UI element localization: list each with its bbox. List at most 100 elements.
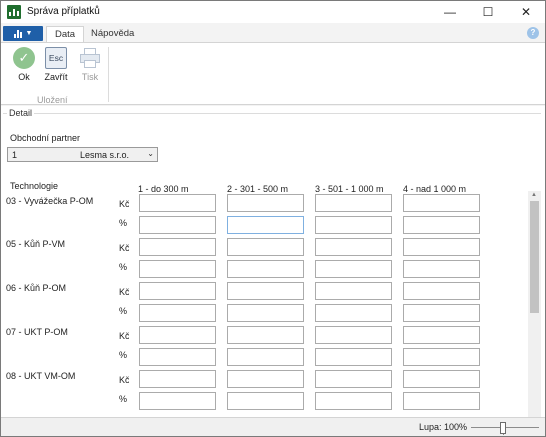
column-header: 1 - do 300 m <box>138 184 189 194</box>
percent-label: % <box>119 262 128 272</box>
maximize-icon[interactable]: ☐ <box>469 1 507 23</box>
amount-input[interactable] <box>315 282 392 300</box>
printer-icon <box>79 47 101 69</box>
chevron-down-icon: ▼ <box>25 30 33 37</box>
amount-input[interactable] <box>227 326 304 344</box>
zoom-label: Lupa: 100% <box>419 422 468 432</box>
partner-code: 1 <box>12 150 18 160</box>
partner-label: Obchodní partner <box>10 133 81 143</box>
percent-input[interactable] <box>227 260 304 278</box>
ribbon-panel: ✓ Ok Esc Zavřít Tisk Uložení <box>1 42 545 105</box>
amount-input[interactable] <box>139 282 216 300</box>
tab-data[interactable]: Data <box>46 26 85 43</box>
zoom-slider-thumb[interactable] <box>500 422 506 434</box>
amount-input[interactable] <box>315 326 392 344</box>
partner-name: Lesma s.r.o. <box>80 150 130 160</box>
percent-input[interactable] <box>139 348 216 366</box>
amount-input[interactable] <box>315 194 392 212</box>
percent-input[interactable] <box>139 392 216 410</box>
minimize-icon[interactable]: — <box>431 1 469 23</box>
technology-name: 05 - Kůň P-VM <box>6 239 66 249</box>
percent-input[interactable] <box>139 216 216 234</box>
help-icon[interactable]: ? <box>527 27 539 39</box>
amount-input[interactable] <box>139 326 216 344</box>
column-header: 4 - nad 1 000 m <box>403 184 467 194</box>
currency-label: Kč <box>119 243 129 253</box>
app-logo-icon <box>7 5 21 19</box>
currency-label: Kč <box>119 199 129 209</box>
percent-input[interactable] <box>403 260 480 278</box>
close-button-label: Zavřít <box>44 72 68 82</box>
currency-label: Kč <box>119 287 129 297</box>
percent-input[interactable] <box>403 392 480 410</box>
detail-section: Detail Obchodní partner 1 Lesma s.r.o. ⌄… <box>1 106 545 417</box>
status-bar: Lupa: 100% <box>1 417 545 436</box>
ok-button-label: Ok <box>18 72 30 82</box>
amount-input[interactable] <box>139 370 216 388</box>
amount-input[interactable] <box>315 238 392 256</box>
technology-name: 07 - UKT P-OM <box>6 327 68 337</box>
percent-input[interactable] <box>227 348 304 366</box>
percent-input[interactable] <box>227 392 304 410</box>
percent-label: % <box>119 218 128 228</box>
amount-input[interactable] <box>403 238 480 256</box>
percent-input[interactable] <box>315 216 392 234</box>
currency-label: Kč <box>119 331 129 341</box>
group-divider <box>108 47 109 102</box>
amount-input[interactable] <box>403 282 480 300</box>
tab-napoveda[interactable]: Nápověda <box>83 26 142 43</box>
percent-input[interactable] <box>403 348 480 366</box>
percent-label: % <box>119 394 128 404</box>
column-header: 2 - 301 - 500 m <box>227 184 289 194</box>
amount-input[interactable] <box>139 194 216 212</box>
amount-input[interactable] <box>227 194 304 212</box>
ok-button[interactable]: ✓ Ok <box>10 47 38 82</box>
esc-key-icon: Esc <box>45 47 67 69</box>
percent-input[interactable] <box>227 304 304 322</box>
scroll-up-icon[interactable]: ▲ <box>531 192 537 198</box>
percent-input[interactable] <box>227 216 304 234</box>
section-divider <box>3 113 541 114</box>
amount-input[interactable] <box>227 370 304 388</box>
percent-input[interactable] <box>315 392 392 410</box>
file-menu-button[interactable]: ▼ <box>3 26 43 41</box>
amount-input[interactable] <box>403 194 480 212</box>
percent-input[interactable] <box>139 260 216 278</box>
percent-label: % <box>119 350 128 360</box>
title-bar: Správa příplatků — ☐ ✕ <box>1 1 545 23</box>
column-header: 3 - 501 - 1 000 m <box>315 184 384 194</box>
vertical-scrollbar[interactable]: ▲ <box>528 191 541 417</box>
print-button[interactable]: Tisk <box>76 47 104 82</box>
application-window: Správa příplatků — ☐ ✕ ▼ Data Nápověda ?… <box>0 0 546 437</box>
chart-bars-icon <box>13 29 23 38</box>
close-icon[interactable]: ✕ <box>507 1 545 23</box>
technology-name: 03 - Vyvážečka P-OM <box>6 196 94 206</box>
amount-input[interactable] <box>315 370 392 388</box>
print-button-label: Tisk <box>81 72 99 82</box>
close-button[interactable]: Esc Zavřít <box>42 47 70 82</box>
percent-input[interactable] <box>315 260 392 278</box>
amount-input[interactable] <box>227 282 304 300</box>
percent-input[interactable] <box>139 304 216 322</box>
percent-input[interactable] <box>315 304 392 322</box>
percent-input[interactable] <box>403 216 480 234</box>
ribbon-tabs: ▼ Data Nápověda ? <box>1 23 545 43</box>
amount-input[interactable] <box>403 326 480 344</box>
percent-label: % <box>119 306 128 316</box>
technology-name: 08 - UKT VM-OM <box>6 371 76 381</box>
partner-select[interactable]: 1 Lesma s.r.o. ⌄ <box>7 147 158 162</box>
technology-name: 06 - Kůň P-OM <box>6 283 67 293</box>
ribbon-group-label: Uložení <box>37 95 68 105</box>
technology-header: Technologie <box>10 181 59 191</box>
section-title: Detail <box>7 108 35 118</box>
check-icon: ✓ <box>13 47 35 69</box>
scrollbar-thumb[interactable] <box>530 201 539 313</box>
window-title: Správa příplatků <box>27 6 100 17</box>
amount-input[interactable] <box>403 370 480 388</box>
currency-label: Kč <box>119 375 129 385</box>
percent-input[interactable] <box>403 304 480 322</box>
surcharge-grid: Technologie 1 - do 300 m 2 - 301 - 500 m… <box>1 176 531 417</box>
amount-input[interactable] <box>139 238 216 256</box>
amount-input[interactable] <box>227 238 304 256</box>
percent-input[interactable] <box>315 348 392 366</box>
